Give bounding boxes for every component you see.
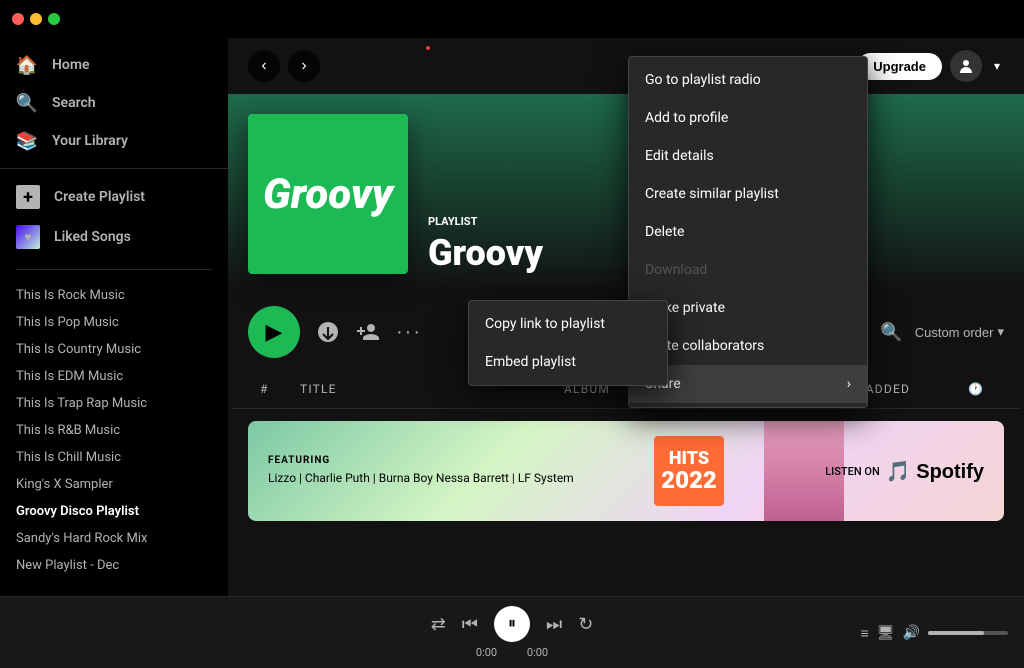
prev-button[interactable]: ⏮: [462, 614, 478, 635]
player-right: ≡ 🖥 🔊: [858, 624, 1008, 641]
menu-item-add-to-profile[interactable]: Add to profile: [629, 99, 867, 137]
player-controls: ⇄ ⏮ ⏸ ⏭ ↻ 0:00 0:00: [174, 606, 850, 659]
sidebar-divider: [16, 269, 212, 270]
sidebar: 🏠 Home 🔍 Search 📚 Your Library + Create …: [0, 38, 228, 596]
title-bar: [0, 0, 1024, 38]
submenu: Copy link to playlist Embed playlist: [468, 300, 668, 386]
playlist-item-trap[interactable]: This Is Trap Rap Music: [0, 390, 228, 417]
player-bar: ⇄ ⏮ ⏸ ⏭ ↻ 0:00 0:00 ≡ 🖥 🔊: [0, 596, 1024, 668]
context-menu-overlay[interactable]: Go to playlist radio Add to profile Edit…: [228, 38, 1024, 596]
menu-item-create-similar[interactable]: Create similar playlist: [629, 175, 867, 213]
playlist-item-chill[interactable]: This Is Chill Music: [0, 444, 228, 471]
total-time: 0:00: [520, 646, 555, 659]
playlist-item-rnb[interactable]: This Is R&B Music: [0, 417, 228, 444]
playlist-item-edm[interactable]: This Is EDM Music: [0, 363, 228, 390]
volume-fill: [928, 631, 984, 635]
sidebar-item-search-label: Search: [52, 95, 96, 111]
player-progress: 0:00 0:00: [469, 646, 555, 659]
sidebar-item-home-label: Home: [52, 57, 90, 73]
library-icon: 📚: [16, 130, 38, 152]
content-area: ‹ › Upgrade ▾ Groovy PLA: [228, 38, 1024, 596]
create-playlist-label: Create Playlist: [54, 189, 145, 205]
menu-item-edit-details[interactable]: Edit details: [629, 137, 867, 175]
create-playlist-icon: +: [16, 185, 40, 209]
maximize-button[interactable]: [48, 13, 60, 25]
context-menu-wrapper: Go to playlist radio Add to profile Edit…: [426, 46, 430, 50]
playlist-item-groovy[interactable]: Groovy Disco Playlist: [0, 498, 228, 525]
repeat-button[interactable]: ↻: [578, 614, 593, 635]
player-play-pause-button[interactable]: ⏸: [494, 606, 530, 642]
queue-icon[interactable]: ≡: [861, 625, 869, 641]
playlist-item-country[interactable]: This Is Country Music: [0, 336, 228, 363]
volume-icon[interactable]: 🔊: [903, 624, 920, 641]
liked-songs-icon: ♥: [16, 225, 40, 249]
menu-item-delete[interactable]: Delete: [629, 213, 867, 251]
shuffle-button[interactable]: ⇄: [431, 614, 446, 635]
submenu-item-copy-link[interactable]: Copy link to playlist: [469, 305, 667, 343]
menu-item-playlist-radio[interactable]: Go to playlist radio: [629, 61, 867, 99]
next-button[interactable]: ⏭: [546, 614, 562, 635]
playlist-item-kings-x[interactable]: King's X Sampler: [0, 471, 228, 498]
playlist-item-rock[interactable]: This Is Rock Music: [0, 282, 228, 309]
traffic-lights: [12, 13, 60, 25]
playlist-item-new[interactable]: New Playlist - Dec: [0, 552, 228, 579]
close-button[interactable]: [12, 13, 24, 25]
liked-songs-label: Liked Songs: [54, 229, 131, 245]
search-icon: 🔍: [16, 92, 38, 114]
minimize-button[interactable]: [30, 13, 42, 25]
sidebar-item-library[interactable]: 📚 Your Library: [0, 122, 228, 160]
sidebar-nav: 🏠 Home 🔍 Search 📚 Your Library: [0, 38, 228, 168]
sidebar-actions: + Create Playlist ♥ Liked Songs: [0, 168, 228, 265]
playlist-list: This Is Rock Music This Is Pop Music Thi…: [0, 274, 228, 596]
devices-icon[interactable]: 🖥: [877, 624, 895, 641]
create-playlist-item[interactable]: + Create Playlist: [16, 177, 212, 217]
sidebar-item-search[interactable]: 🔍 Search: [0, 84, 228, 122]
playlist-item-pop[interactable]: This Is Pop Music: [0, 309, 228, 336]
menu-item-download: Download: [629, 251, 867, 289]
playlist-item-sandy[interactable]: Sandy's Hard Rock Mix: [0, 525, 228, 552]
share-chevron-icon: ›: [847, 376, 851, 392]
main-layout: 🏠 Home 🔍 Search 📚 Your Library + Create …: [0, 38, 1024, 596]
current-time: 0:00: [469, 646, 504, 659]
sidebar-item-home[interactable]: 🏠 Home: [0, 46, 228, 84]
liked-songs-item[interactable]: ♥ Liked Songs: [16, 217, 212, 257]
home-icon: 🏠: [16, 54, 38, 76]
volume-bar[interactable]: [928, 631, 1008, 635]
sidebar-item-library-label: Your Library: [52, 133, 128, 149]
submenu-item-embed[interactable]: Embed playlist: [469, 343, 667, 381]
player-buttons: ⇄ ⏮ ⏸ ⏭ ↻: [431, 606, 594, 642]
